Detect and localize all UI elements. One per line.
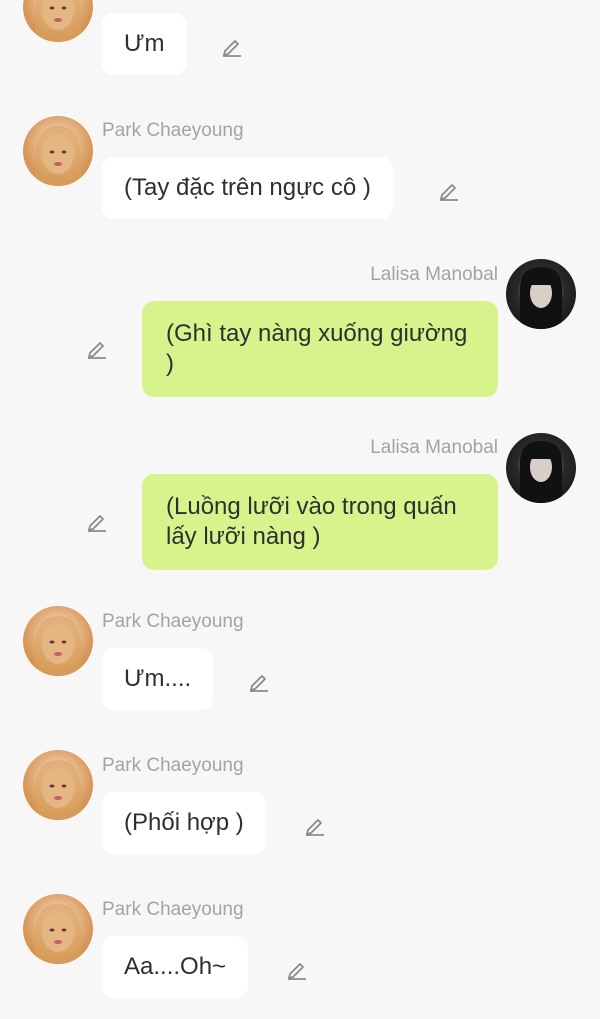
sender-name: Park Chaeyoung xyxy=(102,611,244,632)
message-bubble: (Ghì tay nàng xuống giường ) xyxy=(142,301,498,397)
pencil-edit-icon[interactable] xyxy=(84,335,110,361)
sender-name: Lalisa Manobal xyxy=(370,437,498,458)
sender-name: Park Chaeyoung xyxy=(102,755,244,776)
avatar[interactable] xyxy=(506,259,576,329)
avatar[interactable] xyxy=(23,0,93,42)
sender-name: Park Chaeyoung xyxy=(102,120,244,141)
message-bubble: Ưm xyxy=(102,13,187,75)
sender-name: Lalisa Manobal xyxy=(370,264,498,285)
avatar[interactable] xyxy=(23,116,93,186)
pencil-edit-icon[interactable] xyxy=(436,177,462,203)
message-bubble: (Phối hợp ) xyxy=(102,792,266,854)
message-bubble: Aa....Oh~ xyxy=(102,936,249,998)
pencil-edit-icon[interactable] xyxy=(284,956,310,982)
avatar[interactable] xyxy=(23,894,93,964)
pencil-edit-icon[interactable] xyxy=(219,33,245,59)
message-bubble: Ưm.... xyxy=(102,648,214,710)
avatar[interactable] xyxy=(23,750,93,820)
message-bubble: (Tay đặc trên ngực cô ) xyxy=(102,157,393,219)
pencil-edit-icon[interactable] xyxy=(246,668,272,694)
sender-name: Park Chaeyoung xyxy=(102,899,244,920)
message-bubble: (Luồng lưỡi vào trong quấn lấy lưỡi nàng… xyxy=(142,474,498,570)
pencil-edit-icon[interactable] xyxy=(302,812,328,838)
avatar[interactable] xyxy=(23,606,93,676)
pencil-edit-icon[interactable] xyxy=(84,508,110,534)
avatar[interactable] xyxy=(506,433,576,503)
